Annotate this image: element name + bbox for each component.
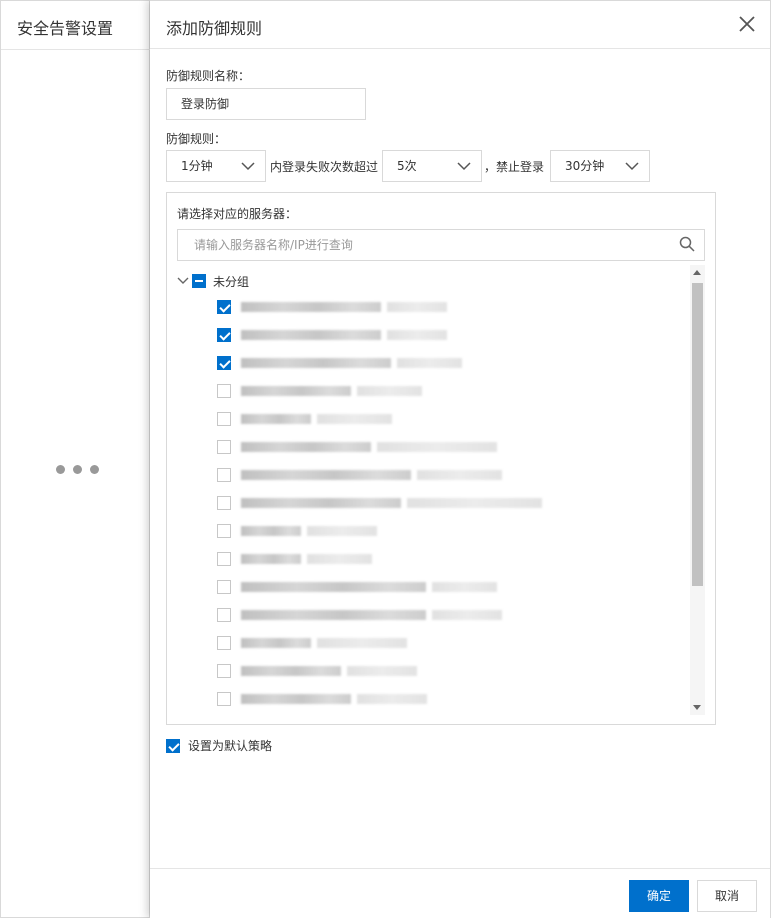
fail-count-select[interactable]: 5次 (382, 150, 482, 182)
server-name-obscured (241, 300, 447, 314)
server-name-obscured (241, 692, 427, 706)
server-name-obscured (241, 580, 497, 594)
server-row[interactable] (217, 607, 502, 623)
server-row[interactable] (217, 579, 497, 595)
server-checkbox[interactable] (217, 692, 231, 706)
server-tree: 未分组 (167, 265, 687, 715)
server-name-obscured (241, 468, 502, 482)
drawer-title: 添加防御规则 (166, 19, 263, 38)
cancel-button[interactable]: 取消 (697, 880, 757, 912)
server-checkbox[interactable] (217, 496, 231, 510)
server-search-input[interactable]: 请输入服务器名称/IP进行查询 (177, 229, 705, 261)
server-name-obscured (241, 664, 417, 678)
server-checkbox[interactable] (217, 468, 231, 482)
server-checkbox[interactable] (217, 440, 231, 454)
chevron-down-icon (241, 162, 255, 171)
server-name-obscured (241, 412, 392, 426)
server-checkbox[interactable] (217, 608, 231, 622)
scroll-up-icon[interactable] (693, 270, 701, 275)
tree-scrollbar[interactable] (690, 265, 705, 715)
server-checkbox[interactable] (217, 524, 231, 538)
server-name-obscured (241, 440, 497, 454)
server-name-obscured (241, 552, 372, 566)
server-name-obscured (241, 328, 447, 342)
search-icon[interactable] (679, 236, 695, 252)
fail-count-value: 5次 (397, 159, 417, 173)
fail-text: 内登录失败次数超过 (270, 160, 379, 174)
chevron-down-icon[interactable] (177, 275, 189, 287)
loading-dots-icon (56, 465, 99, 474)
group-row-ungrouped[interactable]: 未分组 (177, 271, 249, 291)
rule-name-label: 防御规则名称： (166, 69, 251, 83)
ban-duration-select[interactable]: 30分钟 (550, 150, 650, 182)
chevron-down-icon (457, 162, 471, 171)
rule-label: 防御规则： (166, 132, 227, 146)
server-row[interactable] (217, 439, 497, 455)
server-select-label: 请选择对应的服务器： (177, 207, 298, 221)
server-row[interactable] (217, 551, 372, 567)
rule-name-input[interactable]: 登录防御 (166, 88, 366, 120)
server-checkbox[interactable] (217, 300, 231, 314)
server-row[interactable] (217, 691, 427, 707)
server-row[interactable] (217, 635, 407, 651)
scroll-down-icon[interactable] (693, 705, 701, 710)
server-row[interactable] (217, 327, 447, 343)
drawer-footer: 确定 取消 (150, 868, 770, 918)
server-checkbox[interactable] (217, 328, 231, 342)
server-row[interactable] (217, 467, 502, 483)
default-policy-option[interactable]: 设置为默认策略 (166, 737, 272, 754)
default-policy-checkbox[interactable] (166, 738, 180, 753)
time-window-select[interactable]: 1分钟 (166, 150, 266, 182)
server-name-obscured (241, 608, 502, 622)
server-checkbox[interactable] (217, 552, 231, 566)
server-checkbox[interactable] (217, 384, 231, 398)
group-label: 未分组 (213, 274, 250, 289)
divider (1, 49, 151, 50)
server-checkbox[interactable] (217, 580, 231, 594)
server-checkbox[interactable] (217, 664, 231, 678)
default-policy-label: 设置为默认策略 (188, 739, 273, 753)
server-row[interactable] (217, 383, 422, 399)
server-name-obscured (241, 356, 462, 370)
server-row[interactable] (217, 299, 447, 315)
drawer-header: 添加防御规则 (150, 1, 770, 49)
confirm-button[interactable]: 确定 (629, 880, 689, 912)
server-selector: 请选择对应的服务器： 请输入服务器名称/IP进行查询 未分组 (166, 192, 716, 725)
server-row[interactable] (217, 523, 377, 539)
server-row[interactable] (217, 663, 417, 679)
server-name-obscured (241, 524, 377, 538)
group-checkbox[interactable] (192, 274, 206, 288)
scroll-thumb[interactable] (692, 283, 703, 586)
server-checkbox[interactable] (217, 356, 231, 370)
server-row[interactable] (217, 495, 542, 511)
server-name-obscured (241, 636, 407, 650)
ban-text: ，禁止登录 (484, 160, 545, 174)
server-name-obscured (241, 496, 542, 510)
server-row[interactable] (217, 355, 462, 371)
server-checkbox[interactable] (217, 636, 231, 650)
close-icon[interactable] (738, 15, 756, 33)
time-window-value: 1分钟 (181, 159, 213, 173)
server-name-obscured (241, 384, 422, 398)
background-panel-title: 安全告警设置 (17, 19, 114, 38)
background-panel: 安全告警设置 (0, 0, 151, 918)
chevron-down-icon (625, 162, 639, 171)
server-row[interactable] (217, 411, 392, 427)
server-checkbox[interactable] (217, 412, 231, 426)
ban-duration-value: 30分钟 (565, 159, 605, 173)
